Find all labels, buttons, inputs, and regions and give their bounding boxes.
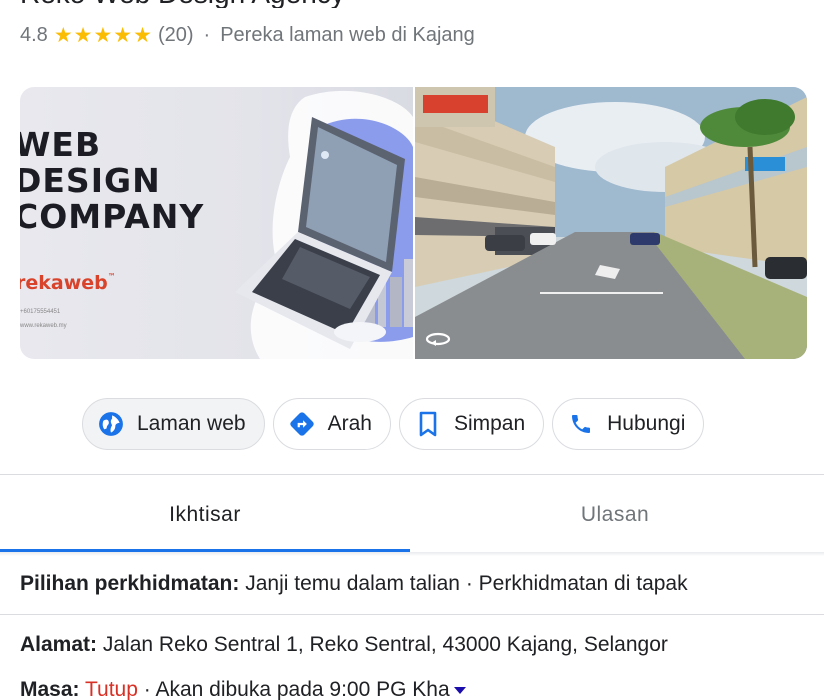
address-label: Alamat: — [20, 633, 98, 656]
business-category: Pereka laman web di Kajang — [220, 23, 475, 46]
website-button-label: Laman web — [137, 412, 246, 435]
rating-stars[interactable]: ★ ★ ★ ★ ★ — [54, 25, 152, 46]
call-button-label: Hubungi — [607, 412, 686, 435]
directions-icon — [288, 410, 316, 438]
review-count[interactable]: (20) — [158, 24, 194, 47]
star-icon: ★ — [73, 23, 93, 47]
service-options-row: Pilihan perkhidmatan: Janji temu dalam t… — [20, 572, 688, 596]
tab-shadow — [0, 552, 824, 556]
globe-icon — [97, 410, 125, 438]
rating-score: 4.8 — [20, 23, 48, 46]
tab-bar: Ikhtisar Ulasan — [0, 476, 824, 554]
bookmark-icon — [414, 410, 442, 438]
save-button[interactable]: Simpan — [398, 398, 545, 450]
ad-line: COMPANY — [20, 197, 205, 236]
star-icon: ★ — [113, 23, 133, 47]
tab-reviews[interactable]: Ulasan — [410, 476, 820, 554]
rating-row: 4.8 ★ ★ ★ ★ ★ (20) · Pereka laman web di… — [20, 22, 475, 48]
hours-separator: · — [137, 678, 156, 700]
service-options-label: Pilihan perkhidmatan: — [20, 572, 240, 595]
star-icon: ★ — [133, 23, 152, 47]
contact-site: www.rekaweb.my — [20, 323, 67, 329]
star-icon: ★ — [93, 23, 113, 47]
ad-line: DESIGN — [20, 161, 161, 200]
ad-line: WEB — [20, 125, 102, 164]
service-options-value: Janji temu dalam talian · Perkhidmatan d… — [239, 572, 688, 595]
chevron-down-icon[interactable] — [453, 686, 466, 694]
divider — [0, 474, 824, 475]
hours-value: Akan dibuka pada 9:00 PG Kha — [155, 678, 450, 700]
separator-dot: · — [203, 23, 211, 46]
brand-trademark: ™ — [107, 272, 116, 281]
hours-label: Masa: — [20, 678, 80, 700]
divider — [0, 614, 824, 615]
hours-row[interactable]: Masa: Tutup · Akan dibuka pada 9:00 PG K… — [20, 678, 466, 700]
phone-icon — [567, 410, 595, 438]
star-icon: ★ — [53, 23, 73, 47]
contact-phone: +60175554451 — [20, 309, 61, 315]
website-button[interactable]: Laman web — [82, 398, 265, 450]
call-button[interactable]: Hubungi — [552, 398, 705, 450]
brand-name: rekaweb — [20, 272, 108, 294]
hours-status: Tutup — [85, 678, 138, 700]
photo-web-design-ad[interactable]: WEB DESIGN COMPANY rekaweb™ +60175554451… — [20, 87, 413, 359]
place-title: Reko Web Design Agency — [20, 0, 345, 8]
photo-street-view[interactable] — [415, 87, 807, 359]
street-scene — [415, 87, 807, 359]
ad-headline: WEB DESIGN COMPANY — [20, 127, 204, 235]
place-title-clipped: Reko Web Design Agency — [0, 0, 824, 8]
save-button-label: Simpan — [453, 412, 526, 435]
address-value[interactable]: Jalan Reko Sentral 1, Reko Sentral, 4300… — [97, 633, 668, 656]
rotate-360-icon[interactable] — [425, 331, 451, 347]
brand-logo: rekaweb™ — [20, 272, 116, 294]
address-row: Alamat: Jalan Reko Sentral 1, Reko Sentr… — [20, 633, 668, 657]
directions-button[interactable]: Arah — [272, 398, 391, 450]
tab-overview[interactable]: Ikhtisar — [0, 476, 410, 554]
directions-button-label: Arah — [327, 412, 372, 435]
action-buttons: Laman web Arah Simpan Hubungi — [82, 398, 705, 450]
